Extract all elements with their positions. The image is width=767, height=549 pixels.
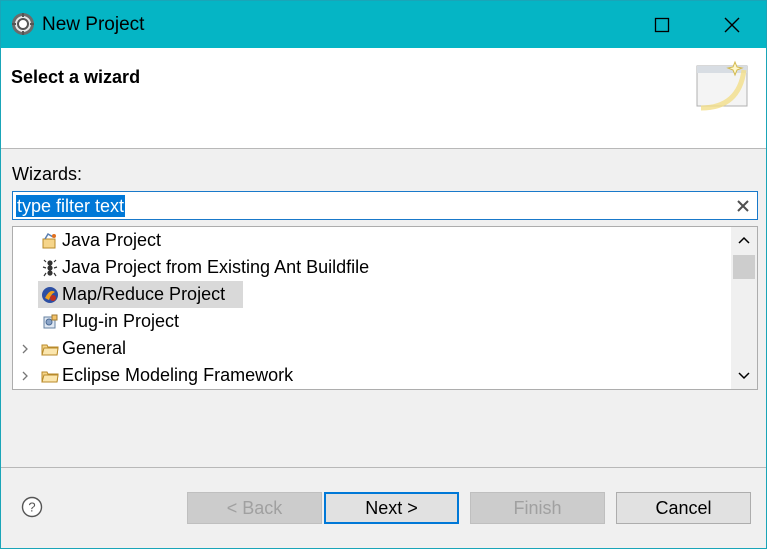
filter-field[interactable]: type filter text [12, 191, 758, 220]
window-title: New Project [42, 14, 145, 35]
scroll-down-button[interactable] [731, 363, 757, 389]
tree-item-label: Map/Reduce Project [62, 284, 226, 304]
tree-item-label: Plug-in Project [62, 311, 180, 331]
tree-item[interactable]: Eclipse Modeling Framework [13, 362, 730, 389]
page-title: Select a wizard [11, 67, 141, 87]
chevron-down-icon [738, 372, 750, 380]
minimize-button[interactable] [567, 1, 629, 48]
scroll-thumb[interactable] [733, 255, 755, 279]
tree-item[interactable]: Java Project from Existing Ant Buildfile [13, 254, 730, 281]
mapreduce-icon [41, 286, 59, 304]
plugin-icon [41, 313, 59, 331]
tree-item[interactable]: Java Project [13, 227, 730, 254]
close-button[interactable] [701, 1, 763, 48]
cancel-button[interactable]: Cancel [616, 492, 751, 524]
wizard-header: Select a wizard [1, 48, 766, 149]
tree-item[interactable]: Map/Reduce Project [13, 281, 730, 308]
folder-icon [41, 340, 59, 358]
java-project-icon [41, 232, 59, 250]
minimize-icon [592, 24, 604, 25]
wizards-label: Wizards: [12, 164, 83, 184]
help-icon[interactable]: ? [21, 496, 43, 518]
maximize-button[interactable] [631, 1, 693, 48]
maximize-icon [654, 17, 670, 32]
finish-button[interactable]: Finish [470, 492, 605, 524]
tree-item-label: Java Project from Existing Ant Buildfile [62, 257, 370, 277]
scroll-up-button[interactable] [731, 227, 757, 253]
eclipse-gear-icon [12, 13, 34, 35]
tree-item[interactable]: Plug-in Project [13, 308, 730, 335]
footer-divider [1, 467, 766, 468]
next-button[interactable]: Next > [324, 492, 459, 524]
new-wizard-banner-icon [696, 60, 748, 111]
close-icon [724, 17, 740, 32]
tree-item-label: Java Project [62, 230, 162, 250]
ant-icon [41, 259, 59, 277]
tree-item-label: Eclipse Modeling Framework [62, 365, 294, 385]
svg-text:?: ? [28, 500, 35, 515]
tree-item[interactable]: General [13, 335, 730, 362]
chevron-up-icon [738, 236, 750, 244]
filter-input[interactable]: type filter text [16, 195, 126, 217]
folder-icon [41, 367, 59, 385]
tree-item-label: General [62, 338, 127, 358]
chevron-right-icon[interactable] [19, 369, 31, 381]
clear-filter-icon[interactable] [735, 198, 751, 214]
vertical-scrollbar[interactable] [731, 227, 757, 389]
new-project-dialog: New Project Select a wizard Wizards: typ… [0, 0, 767, 549]
wizard-tree[interactable]: Java Project Java Project from Existing A… [12, 226, 758, 390]
back-button[interactable]: < Back [187, 492, 322, 524]
chevron-right-icon[interactable] [19, 342, 31, 354]
title-bar[interactable]: New Project [1, 1, 766, 48]
